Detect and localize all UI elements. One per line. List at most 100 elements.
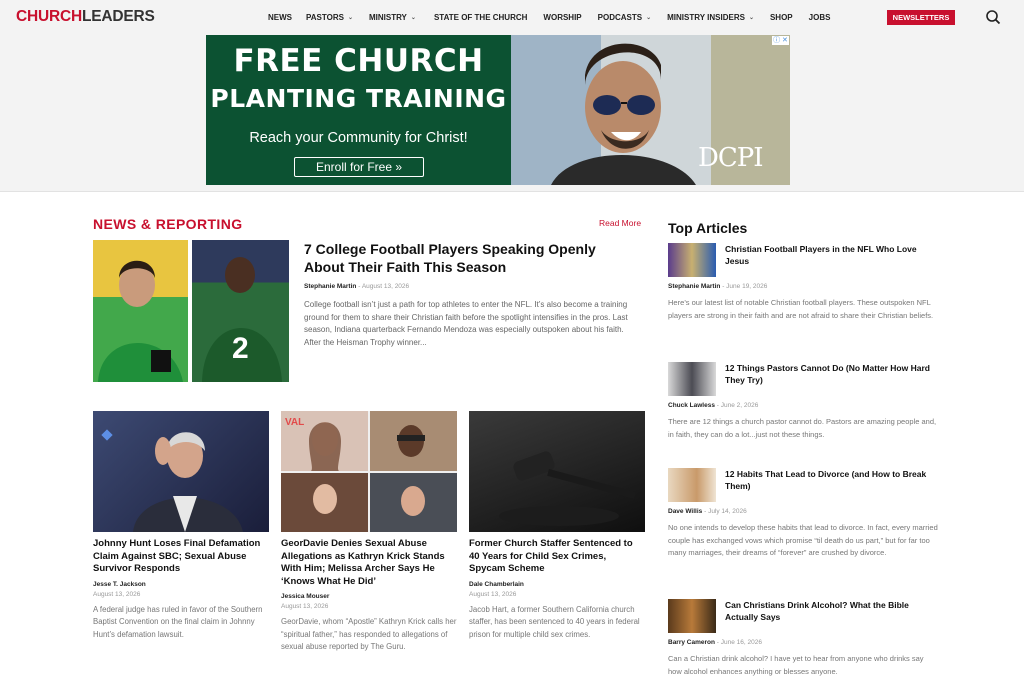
author-name[interactable]: Stephanie Martin xyxy=(668,283,720,290)
gavel-photo xyxy=(499,451,636,526)
top-article-title[interactable]: 12 Things Pastors Cannot Do (No Matter H… xyxy=(725,362,938,396)
top-article-title[interactable]: Can Christians Drink Alcohol? What the B… xyxy=(725,599,938,633)
meta-separator: - xyxy=(722,283,725,290)
nav-item-state-of-the-church[interactable]: STATE OF THE CHURCH xyxy=(434,13,527,22)
article-date: July 14, 2026 xyxy=(708,508,747,515)
meta-separator: - xyxy=(358,283,361,290)
meta-separator: - xyxy=(716,639,719,646)
news-card-excerpt: A federal judge has ruled in favor of th… xyxy=(93,604,263,639)
top-article[interactable]: Christian Football Players in the NFL Wh… xyxy=(668,243,938,322)
top-article-excerpt: Can a Christian drink alcohol? I have ye… xyxy=(668,654,924,676)
article-date: August 13, 2026 xyxy=(93,590,141,598)
nav-item-label: WORSHIP xyxy=(543,13,582,22)
nav-item-label: PODCASTS xyxy=(597,13,643,22)
ad-brand-logo: DCPI xyxy=(698,143,764,173)
nav-item-label: MINISTRY INSIDERS xyxy=(667,13,745,22)
newsletters-button[interactable]: NEWSLETTERS xyxy=(887,10,955,25)
news-card-excerpt: GeorDavie, whom “Apostle” Kathryn Krick … xyxy=(281,617,457,651)
player-photo-right: 2 xyxy=(202,257,282,382)
nav-item-podcasts[interactable]: PODCASTS ⌄ xyxy=(598,13,651,22)
news-card[interactable]: Former Church Staffer Sentenced to 40 Ye… xyxy=(469,411,645,641)
news-card-title[interactable]: GeorDavie Denies Sexual Abuse Allegation… xyxy=(281,538,457,588)
author-name[interactable]: Chuck Lawless xyxy=(668,402,715,409)
top-article[interactable]: 12 Habits That Lead to Divorce (and How … xyxy=(668,468,938,560)
news-card-image[interactable]: VAL xyxy=(281,411,457,532)
top-article-meta: Dave Willis - July 14, 2026 xyxy=(668,508,938,515)
nav-item-label: PASTORS xyxy=(306,13,344,22)
meta-separator: - xyxy=(716,402,719,409)
site-logo[interactable]: CHURCHLEADERS xyxy=(16,8,155,26)
ad-enroll-button[interactable]: Enroll for Free » xyxy=(294,157,424,177)
news-card[interactable]: Johnny Hunt Loses Final Defamation Claim… xyxy=(93,411,269,641)
top-article-thumb[interactable] xyxy=(668,468,716,502)
nav-item-worship[interactable]: WORSHIP xyxy=(543,13,581,22)
author-name[interactable]: Jessica Mouser xyxy=(281,593,457,600)
author-name[interactable]: Dave Willis xyxy=(668,508,702,515)
author-name[interactable]: Stephanie Martin xyxy=(304,283,356,290)
top-article-meta: Barry Cameron - June 16, 2026 xyxy=(668,639,938,646)
double-chevron-icon: » xyxy=(395,160,403,174)
chevron-down-icon: ⌄ xyxy=(347,15,353,21)
section-heading: NEWS & REPORTING xyxy=(93,216,243,232)
nav-item-label: MINISTRY xyxy=(368,13,407,22)
search-icon[interactable] xyxy=(985,9,1001,25)
nav-item-label: SHOP xyxy=(769,13,793,22)
news-card-image[interactable] xyxy=(469,411,645,532)
top-article-excerpt: There are 12 things a church pastor cann… xyxy=(668,417,937,439)
top-article[interactable]: 12 Things Pastors Cannot Do (No Matter H… xyxy=(668,362,938,441)
player-photo-left xyxy=(98,260,183,382)
meta-separator: - xyxy=(704,508,707,515)
nav-item-label: STATE OF THE CHURCH xyxy=(433,13,528,22)
nav-item-news[interactable]: NEWS xyxy=(268,13,292,22)
author-name[interactable]: Dale Chamberlain xyxy=(469,581,645,588)
logo-part-church: CHURCH xyxy=(16,8,82,25)
nav-item-ministry[interactable]: MINISTRY ⌄ xyxy=(369,13,416,22)
top-article-excerpt: No one intends to develop these habits t… xyxy=(668,523,938,557)
nav-item-label: JOBS xyxy=(808,13,831,22)
ad-enroll-label: Enroll for Free xyxy=(315,160,392,174)
read-more-link[interactable]: Read More xyxy=(599,218,641,228)
article-date: August 13, 2026 xyxy=(469,590,517,598)
main-nav: NEWS PASTORS ⌄ MINISTRY ⌄ STATE OF THE CHURCH… xyxy=(268,13,830,22)
top-article-meta: Chuck Lawless - June 2, 2026 xyxy=(668,402,938,409)
header-bar: CHURCHLEADERS NEWS PASTORS ⌄ MINISTRY ⌄ STATE… xyxy=(0,0,1024,192)
news-card[interactable]: VAL GeorDavie Denies Sexual Abuse Allega… xyxy=(281,411,457,654)
top-article-excerpt: Here’s our latest list of notable Christ… xyxy=(668,298,934,320)
hero-article-meta: Stephanie Martin - August 13, 2026 xyxy=(304,283,409,290)
top-article[interactable]: Can Christians Drink Alcohol? What the B… xyxy=(668,599,938,678)
ad-banner[interactable]: FREE CHURCH PLANTING TRAINING Reach your… xyxy=(206,35,790,185)
nav-item-ministry-insiders[interactable]: MINISTRY INSIDERS ⌄ xyxy=(667,13,754,22)
speaker-photo xyxy=(101,429,243,532)
svg-text:VAL: VAL xyxy=(285,417,304,428)
article-date: August 13, 2026 xyxy=(281,603,329,610)
hero-article-title[interactable]: 7 College Football Players Speaking Open… xyxy=(304,240,634,276)
article-date: June 2, 2026 xyxy=(720,402,759,409)
collage-photo: VAL xyxy=(281,411,457,532)
ad-subheadline: Reach your Community for Christ! xyxy=(249,130,468,146)
article-date: June 16, 2026 xyxy=(720,639,762,646)
nav-item-label: NEWS xyxy=(268,13,292,22)
news-card-title[interactable]: Former Church Staffer Sentenced to 40 Ye… xyxy=(469,538,645,576)
news-card-excerpt: Jacob Hart, a former Southern California… xyxy=(469,604,640,639)
nav-item-shop[interactable]: SHOP xyxy=(770,13,793,22)
author-name[interactable]: Jesse T. Jackson xyxy=(93,581,269,588)
ad-headline-1: FREE CHURCH xyxy=(233,43,484,79)
nav-item-pastors[interactable]: PASTORS ⌄ xyxy=(306,13,353,22)
author-name[interactable]: Barry Cameron xyxy=(668,639,715,646)
hero-article-excerpt: College football isn’t just a path for t… xyxy=(304,300,628,347)
top-article-title[interactable]: Christian Football Players in the NFL Wh… xyxy=(725,243,938,277)
ad-headline-2: PLANTING TRAINING xyxy=(210,84,507,113)
article-date: June 19, 2026 xyxy=(726,283,768,290)
top-article-thumb[interactable] xyxy=(668,243,716,277)
news-card-title[interactable]: Johnny Hunt Loses Final Defamation Claim… xyxy=(93,538,269,576)
chevron-down-icon: ⌄ xyxy=(646,15,652,21)
top-article-thumb[interactable] xyxy=(668,599,716,633)
news-card-image[interactable] xyxy=(93,411,269,532)
chevron-down-icon: ⌄ xyxy=(748,15,754,21)
hero-article-image[interactable]: 2 xyxy=(93,240,289,382)
top-article-thumb[interactable] xyxy=(668,362,716,396)
ad-info-icon[interactable]: ⓘ ✕ xyxy=(772,36,789,45)
top-article-title[interactable]: 12 Habits That Lead to Divorce (and How … xyxy=(725,468,938,502)
article-date: August 13, 2026 xyxy=(361,283,410,290)
nav-item-jobs[interactable]: JOBS xyxy=(809,13,831,22)
